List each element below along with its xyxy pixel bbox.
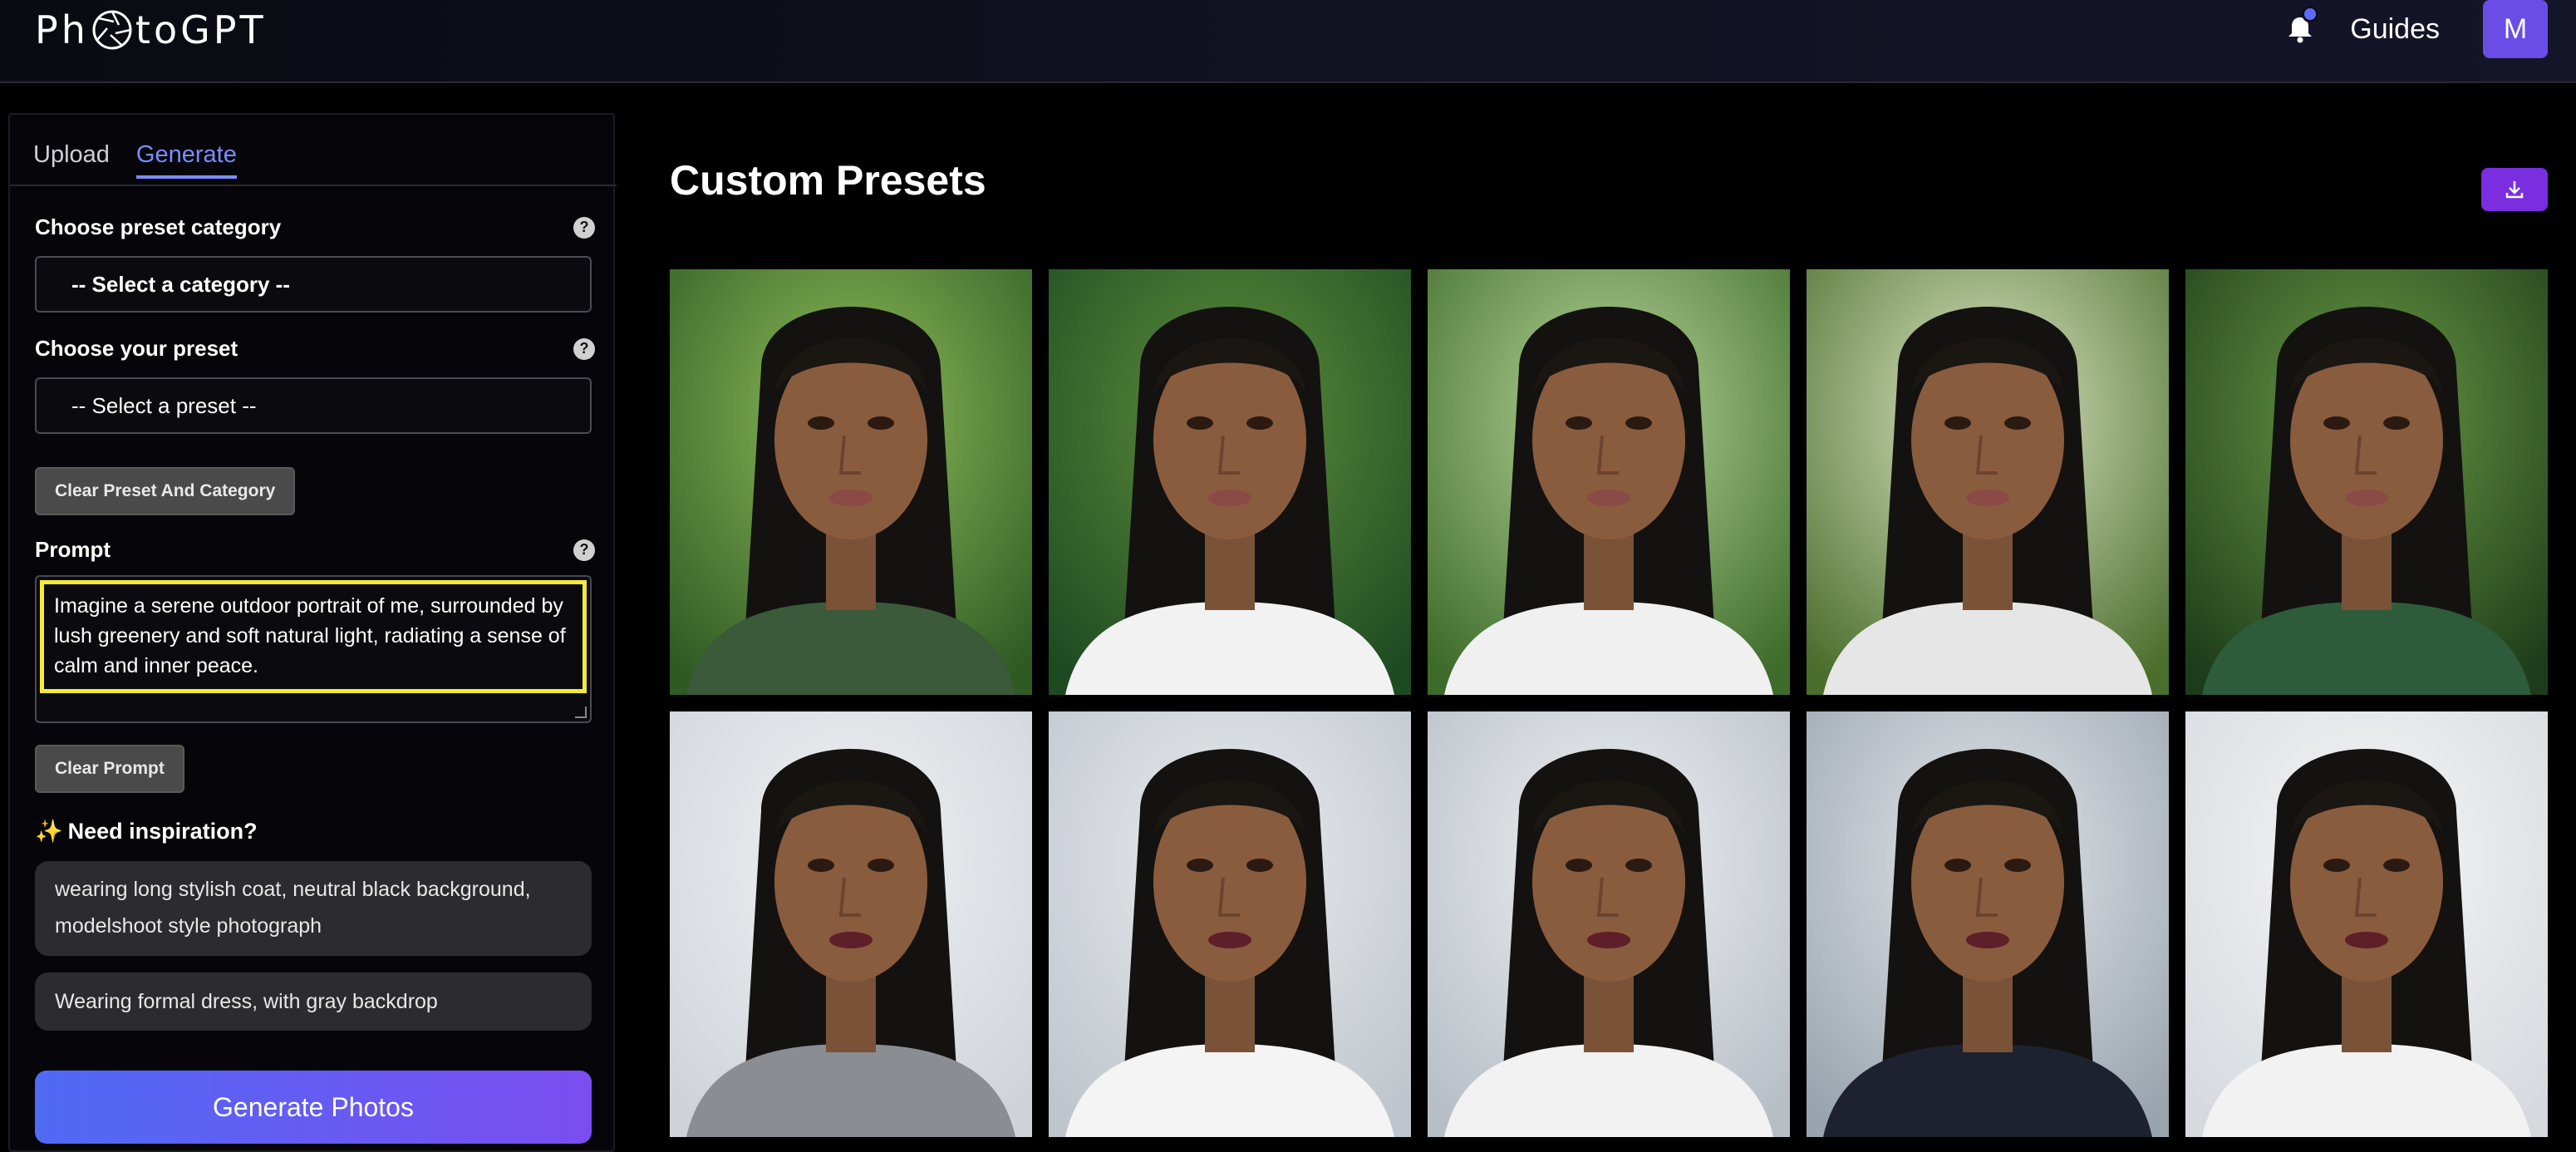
tabs-divider [10, 185, 617, 186]
logo-text-end: toGPT [135, 7, 267, 52]
clear-prompt-button[interactable]: Clear Prompt [35, 745, 184, 793]
portrait-photo [2185, 711, 2548, 1137]
panel-tabs: Upload Generate [33, 141, 237, 179]
prompt-textarea[interactable]: Imagine a serene outdoor portrait of me,… [35, 575, 592, 723]
aperture-icon [92, 10, 132, 50]
guides-link[interactable]: Guides [2350, 13, 2440, 46]
tab-upload[interactable]: Upload [33, 141, 110, 179]
preset-image[interactable] [1428, 269, 1790, 695]
help-icon[interactable]: ? [573, 539, 595, 561]
download-button[interactable] [2481, 168, 2548, 211]
category-label-row: Choose preset category ? [35, 214, 595, 240]
preset-label: Choose your preset [35, 336, 238, 361]
generate-photos-button[interactable]: Generate Photos [35, 1071, 592, 1144]
prompt-label: Prompt [35, 537, 111, 562]
preset-select[interactable]: -- Select a preset -- [35, 377, 592, 434]
preset-image[interactable] [1428, 711, 1790, 1137]
tab-generate[interactable]: Generate [135, 141, 237, 179]
suggestion-chip[interactable]: wearing long stylish coat, neutral black… [35, 861, 592, 956]
prompt-label-row: Prompt ? [35, 537, 595, 563]
user-avatar-button[interactable]: M [2483, 0, 2548, 58]
portrait-photo [670, 269, 1032, 695]
app-logo[interactable]: Ph toGPT [35, 7, 267, 53]
clear-preset-button[interactable]: Clear Preset And Category [35, 467, 296, 515]
page-title: Custom Presets [670, 157, 986, 204]
prompt-text[interactable]: Imagine a serene outdoor portrait of me,… [40, 580, 587, 693]
notifications-button[interactable] [2283, 6, 2319, 46]
top-bar-actions: Guides M [2283, 0, 2548, 58]
portrait-photo [2185, 269, 2548, 695]
category-select[interactable]: -- Select a category -- [35, 256, 592, 313]
preset-image[interactable] [670, 711, 1032, 1137]
help-icon[interactable]: ? [573, 216, 595, 239]
preset-label-row: Choose your preset ? [35, 336, 595, 362]
portrait-photo [1428, 269, 1790, 695]
preset-image[interactable] [670, 269, 1032, 695]
portrait-photo [670, 711, 1032, 1137]
portrait-photo [1807, 711, 2169, 1137]
suggestion-chip[interactable]: Wearing formal dress, with gray backdrop [35, 972, 592, 1031]
inspiration-heading: ✨ Need inspiration? [35, 818, 258, 844]
help-icon[interactable]: ? [573, 337, 595, 360]
preset-image[interactable] [1049, 269, 1411, 695]
portrait-photo [1049, 711, 1411, 1137]
preset-image[interactable] [1807, 269, 2169, 695]
category-label: Choose preset category [35, 214, 282, 239]
sparkles-icon: ✨ [35, 819, 63, 844]
preset-image[interactable] [1807, 711, 2169, 1137]
logo-text-start: Ph [35, 7, 89, 52]
preset-image[interactable] [1049, 711, 1411, 1137]
resize-handle[interactable] [575, 706, 587, 718]
preset-image[interactable] [2185, 269, 2548, 695]
inspiration-title: Need inspiration? [67, 819, 258, 844]
generate-panel: Upload Generate Choose preset category ?… [8, 113, 617, 1152]
download-icon [2505, 181, 2524, 199]
portrait-photo [1428, 711, 1790, 1137]
portrait-photo [1807, 269, 2169, 695]
top-bar: Ph toGPT Guides M [0, 0, 2576, 83]
portrait-photo [1049, 269, 1411, 695]
preset-image[interactable] [2185, 711, 2548, 1137]
